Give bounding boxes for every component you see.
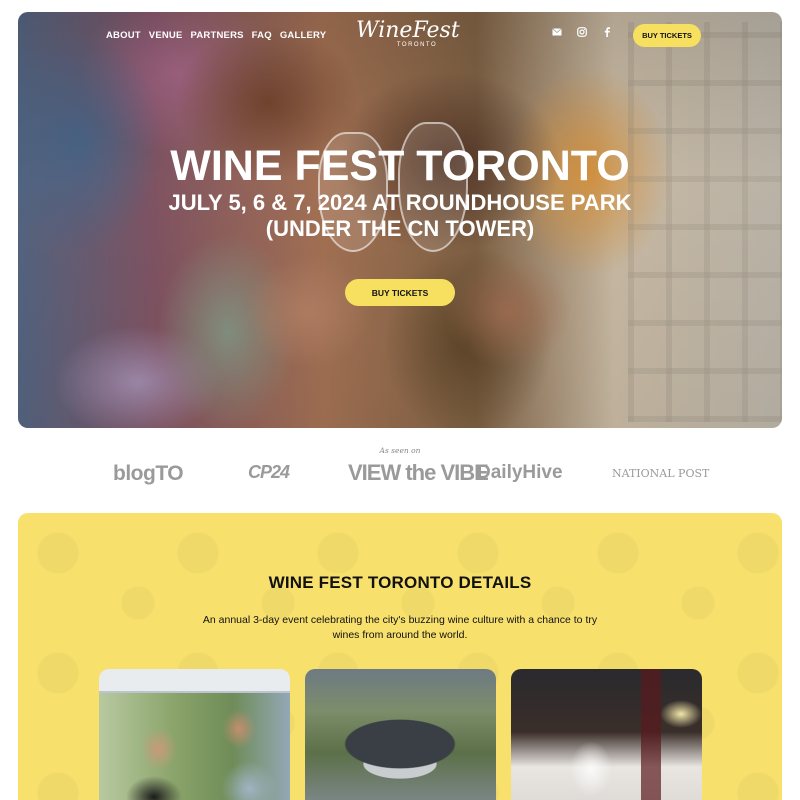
press-logo-view-the-vibe: VIEW the VIBE: [348, 460, 489, 485]
site-logo[interactable]: WineFest TORONTO: [356, 18, 460, 49]
press-logo-national-post: NATIONAL POST: [612, 467, 710, 480]
mail-icon[interactable]: [549, 27, 565, 39]
main-nav: ABOUT VENUE PARTNERS FAQ GALLERY: [106, 30, 326, 41]
detail-card-wine-pour-photo[interactable]: [511, 669, 702, 800]
instagram-icon[interactable]: [574, 27, 590, 40]
detail-card-venue-aerial-photo[interactable]: [305, 669, 496, 800]
hero-title: WINE FEST TORONTO: [170, 142, 630, 190]
detail-card-vendors-photo[interactable]: [99, 669, 290, 800]
details-title: WINE FEST TORONTO DETAILS: [268, 573, 532, 592]
nav-faq[interactable]: FAQ: [252, 30, 272, 41]
nav-about[interactable]: ABOUT: [106, 30, 141, 41]
facebook-icon[interactable]: [599, 27, 615, 40]
press-logo-dailyhive: DailyHive: [477, 462, 563, 483]
press-heading: As seen on: [379, 446, 421, 455]
press-logo-blogto: blogTO: [113, 462, 184, 485]
nav-gallery[interactable]: GALLERY: [280, 30, 326, 41]
nav-venue[interactable]: VENUE: [149, 30, 183, 41]
hero-date: JULY 5, 6 & 7, 2024 AT ROUNDHOUSE PARK: [168, 190, 632, 215]
hero-buy-tickets-button[interactable]: BUY TICKETS: [345, 279, 455, 306]
hero-subtitle: (UNDER THE CN TOWER): [265, 216, 535, 241]
press-logo-cp24: CP24: [248, 462, 290, 482]
header-buy-tickets-button[interactable]: BUY TICKETS: [633, 24, 701, 47]
nav-partners[interactable]: PARTNERS: [191, 30, 244, 41]
details-description: An annual 3-day event celebrating the ci…: [202, 614, 598, 641]
logo-wordmark: WineFest: [356, 18, 460, 43]
